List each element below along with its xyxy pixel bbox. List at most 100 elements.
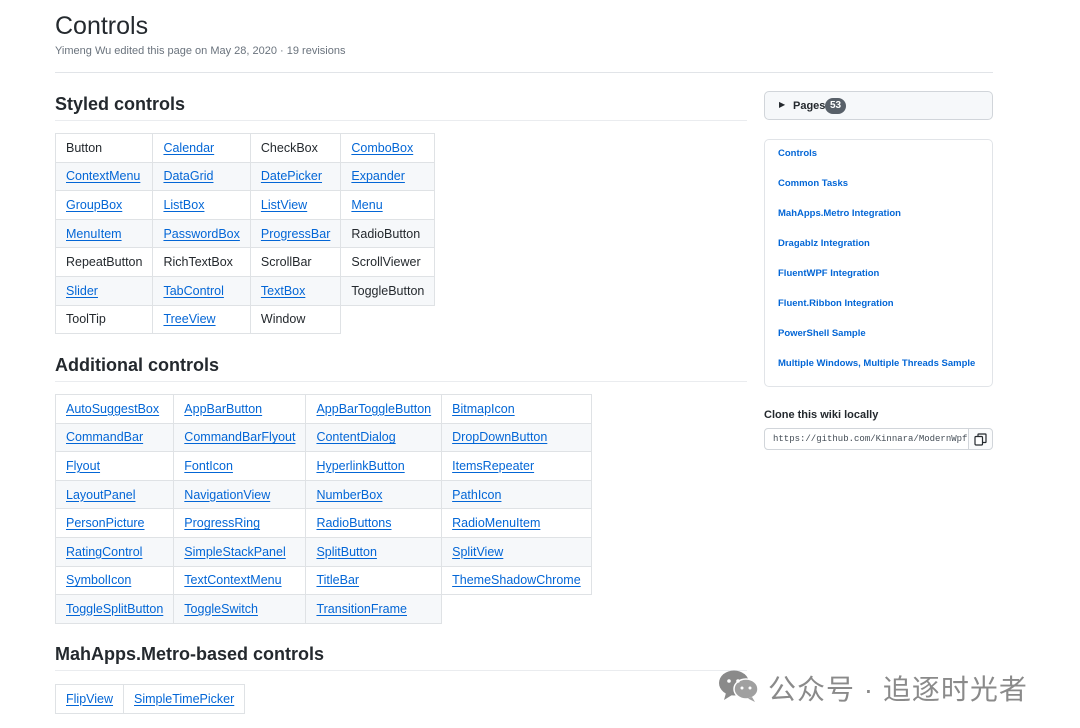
control-label-togglebutton: ToggleButton xyxy=(340,275,436,306)
pages-toggle[interactable]: ▶ Pages 53 xyxy=(764,91,993,120)
control-link-contextmenu[interactable]: ContextMenu xyxy=(54,161,154,192)
header-divider xyxy=(55,72,993,73)
control-link-tabcontrol[interactable]: TabControl xyxy=(152,275,251,306)
control-link-transitionframe[interactable]: TransitionFrame xyxy=(305,594,443,624)
control-link-textcontextmenu[interactable]: TextContextMenu xyxy=(173,565,307,596)
control-link-datepicker[interactable]: DatePicker xyxy=(249,161,342,192)
control-link-combobox[interactable]: ComboBox xyxy=(340,133,436,163)
additional-controls-divider xyxy=(55,381,747,382)
control-label-richtextbox: RichTextBox xyxy=(152,247,251,277)
control-link-symbolicon[interactable]: SymbolIcon xyxy=(54,565,175,596)
wechat-logo-icon xyxy=(719,670,759,702)
control-link-passwordbox[interactable]: PasswordBox xyxy=(152,218,251,249)
control-link-personpicture[interactable]: PersonPicture xyxy=(54,508,175,538)
control-link-splitview[interactable]: SplitView xyxy=(441,536,592,567)
wiki-link-common-tasks[interactable]: Common Tasks xyxy=(778,178,848,189)
control-link-progressring[interactable]: ProgressRing xyxy=(173,508,307,538)
control-label-tooltip: ToolTip xyxy=(54,304,154,335)
control-link-listview[interactable]: ListView xyxy=(249,190,342,220)
mahapps-controls-heading: MahApps.Metro-based controls xyxy=(55,644,325,664)
control-link-simplestackpanel[interactable]: SimpleStackPanel xyxy=(173,536,307,567)
control-link-toggleswitch[interactable]: ToggleSwitch xyxy=(173,594,307,624)
control-link-progressbar[interactable]: ProgressBar xyxy=(249,218,342,249)
table-row: ContextMenu DataGrid DatePicker Expander xyxy=(54,161,436,192)
control-link-menuitem[interactable]: MenuItem xyxy=(54,218,154,249)
table-row: SymbolIcon TextContextMenu TitleBar ThemeSh… xyxy=(54,565,592,596)
control-link-dropdownbutton[interactable]: DropDownButton xyxy=(441,422,592,453)
control-link-ratingcontrol[interactable]: RatingControl xyxy=(54,536,175,567)
control-link-listbox[interactable]: ListBox xyxy=(152,190,251,220)
control-link-commandbarflyout[interactable]: CommandBarFlyout xyxy=(173,422,307,453)
wiki-link-fluent-ribbon-integration[interactable]: Fluent.Ribbon Integration xyxy=(778,298,894,309)
pages-count-badge: 53 xyxy=(825,98,847,114)
control-link-hyperlinkbutton[interactable]: HyperlinkButton xyxy=(305,451,443,481)
control-link-appbarbutton[interactable]: AppBarButton xyxy=(173,394,307,424)
control-link-commandbar[interactable]: CommandBar xyxy=(54,422,175,453)
control-link-splitbutton[interactable]: SplitButton xyxy=(305,536,443,567)
wiki-link-dragablz-integration[interactable]: Dragablz Integration xyxy=(778,238,870,249)
control-link-radiomenuitem[interactable]: RadioMenuItem xyxy=(441,508,592,538)
control-link-bitmapicon[interactable]: BitmapIcon xyxy=(441,394,592,424)
table-row: FlipView SimpleTimePicker xyxy=(54,684,246,714)
copy-icon xyxy=(974,433,987,446)
control-link-groupbox[interactable]: GroupBox xyxy=(54,190,154,220)
control-link-calendar[interactable]: Calendar xyxy=(152,133,251,163)
control-link-contentdialog[interactable]: ContentDialog xyxy=(305,422,443,453)
control-link-simpletimepicker[interactable]: SimpleTimePicker xyxy=(123,684,246,714)
control-link-expander[interactable]: Expander xyxy=(340,161,436,192)
control-link-slider[interactable]: Slider xyxy=(54,275,154,306)
control-link-titlebar[interactable]: TitleBar xyxy=(305,565,443,596)
table-row: MenuItem PasswordBox ProgressBar RadioButto… xyxy=(54,218,436,249)
mahapps-controls-divider xyxy=(55,670,747,671)
table-row: RatingControl SimpleStackPanel SplitButton… xyxy=(54,536,592,567)
table-row: ToolTip TreeView Window xyxy=(54,304,435,335)
control-label-button: Button xyxy=(54,133,154,163)
control-link-autosuggestbox[interactable]: AutoSuggestBox xyxy=(54,394,175,424)
control-link-themeshadowchrome[interactable]: ThemeShadowChrome xyxy=(441,565,592,596)
wiki-link-controls[interactable]: Controls xyxy=(778,148,817,159)
table-row: GroupBox ListBox ListView Menu xyxy=(54,190,436,220)
table-row: RepeatButton RichTextBox ScrollBar ScrollVi… xyxy=(54,247,436,277)
control-link-navigationview[interactable]: NavigationView xyxy=(173,479,307,510)
control-link-appbartogglebutton[interactable]: AppBarToggleButton xyxy=(305,394,443,424)
page-title: Controls xyxy=(55,12,149,40)
control-link-flipview[interactable]: FlipView xyxy=(54,684,125,714)
control-link-layoutpanel[interactable]: LayoutPanel xyxy=(54,479,175,510)
watermark-text: 公众号 · 追逐时光者 xyxy=(768,674,1028,705)
page-meta: Yimeng Wu edited this page on May 28, 20… xyxy=(55,45,346,57)
empty-cell xyxy=(441,594,592,624)
control-link-numberbox[interactable]: NumberBox xyxy=(305,479,443,510)
styled-controls-table: Button Calendar CheckBox ComboBox ContextMen… xyxy=(54,133,436,335)
wiki-link-fluentwpf-integration[interactable]: FluentWPF Integration xyxy=(778,268,879,279)
control-link-radiobuttons[interactable]: RadioButtons xyxy=(305,508,443,538)
wiki-link-multiple-windows[interactable]: Multiple Windows, Multiple Threads Sampl… xyxy=(778,358,975,369)
control-link-pathicon[interactable]: PathIcon xyxy=(441,479,592,510)
control-label-repeatbutton: RepeatButton xyxy=(54,247,154,277)
control-link-itemsrepeater[interactable]: ItemsRepeater xyxy=(441,451,592,481)
control-label-window: Window xyxy=(249,304,342,335)
styled-controls-heading: Styled controls xyxy=(55,94,186,114)
table-row: Flyout FontIcon HyperlinkButton ItemsRepeat… xyxy=(54,451,592,481)
control-link-datagrid[interactable]: DataGrid xyxy=(152,161,251,192)
copy-button[interactable] xyxy=(968,428,993,450)
mahapps-controls-table: FlipView SimpleTimePicker xyxy=(54,684,246,714)
table-row: PersonPicture ProgressRing RadioButtons Rad… xyxy=(54,508,592,538)
control-link-flyout[interactable]: Flyout xyxy=(54,451,175,481)
table-row: Button Calendar CheckBox ComboBox xyxy=(54,133,436,163)
additional-controls-heading: Additional controls xyxy=(55,355,219,375)
control-link-menu[interactable]: Menu xyxy=(340,190,436,220)
control-link-textbox[interactable]: TextBox xyxy=(249,275,342,306)
table-row: ToggleSplitButton ToggleSwitch TransitionF… xyxy=(54,594,592,624)
wiki-link-mahapps-integration[interactable]: MahApps.Metro Integration xyxy=(778,208,901,219)
control-link-togglesplitbutton[interactable]: ToggleSplitButton xyxy=(54,594,175,624)
control-link-fonticon[interactable]: FontIcon xyxy=(173,451,307,481)
wiki-link-powershell-sample[interactable]: PowerShell Sample xyxy=(778,328,866,339)
clone-label: Clone this wiki locally xyxy=(764,409,879,421)
pages-label: Pages xyxy=(793,100,826,112)
wiki-links-box: Controls Common Tasks MahApps.Metro Inte… xyxy=(764,139,993,387)
caret-right-icon: ▶ xyxy=(779,100,786,109)
clone-url-input[interactable]: https://github.com/Kinnara/ModernWpf xyxy=(764,428,969,450)
table-row: Slider TabControl TextBox ToggleButton xyxy=(54,275,436,306)
control-link-treeview[interactable]: TreeView xyxy=(152,304,251,335)
empty-cell xyxy=(340,305,435,334)
